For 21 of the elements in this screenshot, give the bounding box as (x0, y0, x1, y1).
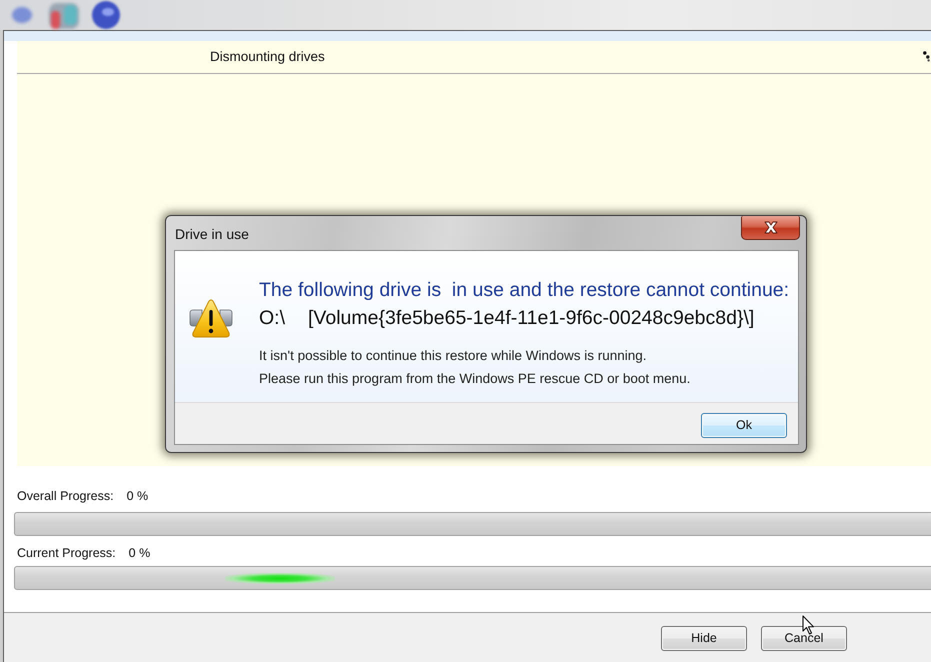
ok-button[interactable]: Ok (701, 413, 787, 438)
warning-drive-icon (189, 297, 233, 339)
message-text: Please run this program from the Windows PE rescue CD or boot menu. (259, 370, 692, 388)
drive-volume: [Volume{3fe5be65-1e4f-11e1-9f6c-00248c9ebc8d}\] (308, 306, 754, 330)
message-text: It isn't possible to continue this restore while Windows is running. (259, 347, 648, 365)
app-icon[interactable] (91, 1, 121, 29)
app-icon[interactable] (49, 1, 79, 29)
footer-button[interactable]: Cancel (761, 626, 847, 651)
drive-letter: O:\ (259, 306, 286, 330)
panel-title: Dismounting drives (209, 48, 325, 66)
close-icon (762, 221, 778, 234)
close-button[interactable] (741, 216, 800, 240)
progress-label: Overall Progress: (17, 488, 114, 504)
busy-dots-icon (923, 50, 930, 62)
dialog-title: Drive in use (175, 226, 249, 242)
progress-reading: 0 % (126, 488, 148, 504)
progress-reading: 0 % (128, 545, 150, 561)
footer-button[interactable]: Hide (661, 626, 747, 651)
mouse-pointer-icon (802, 615, 815, 635)
progress-label: Current Progress: (17, 545, 116, 561)
dialog-heading: The following drive is in use and the restore cannot continue: (259, 278, 790, 302)
